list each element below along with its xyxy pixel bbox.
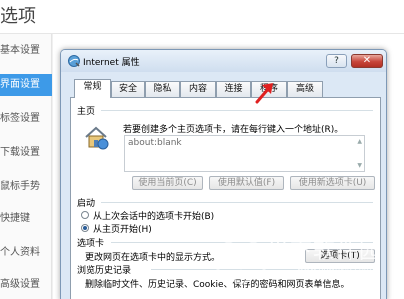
background-page-title: 选项 — [0, 6, 36, 27]
tab-content[interactable]: 内容 — [180, 81, 216, 97]
tab-general[interactable]: 常规 — [74, 79, 111, 98]
background-sidebar: 基本设置 界面设置 标签设置 下载设置 鼠标手势 快捷键 个人资料 高级设置 — [0, 34, 52, 299]
sidebar-item-mouse-gesture[interactable]: 鼠标手势 — [0, 176, 52, 198]
scroll-down-arrow-icon[interactable]: ▼ — [357, 162, 362, 169]
startup-homepage-radio[interactable] — [81, 224, 89, 232]
homepage-address-field[interactable]: about:blank ▲ ▼ — [124, 135, 365, 172]
tab-advanced[interactable]: 高级 — [287, 81, 323, 97]
homepage-group-divider — [101, 110, 373, 111]
tab-privacy[interactable]: 隐私 — [145, 81, 180, 97]
use-new-tab-button[interactable]: 使用新选项卡(U) — [290, 176, 375, 190]
sidebar-item-download[interactable]: 下载设置 — [0, 142, 52, 164]
sidebar-item-shortcut[interactable]: 快捷键 — [0, 208, 52, 230]
scroll-up-arrow-icon[interactable]: ▲ — [357, 138, 362, 145]
tab-connections[interactable]: 连接 — [216, 81, 251, 97]
watermark-logo-icon — [216, 234, 266, 286]
homepage-description: 若要创建多个主页选项卡，请在每行键入一个地址(R)。 — [123, 125, 344, 135]
dialog-title: Internet 属性 — [83, 58, 140, 68]
homepage-address-value: about:blank — [128, 138, 182, 148]
startup-last-session-label: 从上次会话中的选项卡开始(B) — [93, 212, 215, 222]
watermark-url: www.downxia.com — [297, 264, 372, 273]
tabs-group-label: 选项卡 — [77, 239, 105, 249]
tabs-description: 更改网页在选项卡中的显示方式。 — [85, 253, 221, 263]
home-icon — [85, 126, 109, 150]
sidebar-item-basic[interactable]: 基本设置 — [0, 40, 52, 62]
watermark-text: 当下软件园 — [267, 239, 383, 264]
use-default-button[interactable]: 使用默认值(F) — [209, 176, 284, 190]
sidebar-item-interface[interactable]: 界面设置 — [0, 74, 52, 96]
annotation-arrow-icon — [255, 83, 273, 104]
dialog-tab-bar: 常规 安全 隐私 内容 连接 程序 高级 — [74, 79, 379, 98]
history-group-label: 浏览历史记录 — [77, 266, 132, 276]
dialog-titlebar[interactable]: Internet 属性 ? ✕ — [61, 50, 386, 72]
startup-group-label: 启动 — [77, 199, 96, 209]
startup-last-session-radio[interactable] — [81, 211, 89, 219]
startup-group-divider — [101, 202, 373, 203]
tab-security[interactable]: 安全 — [111, 81, 145, 97]
homepage-group-label: 主页 — [77, 107, 96, 117]
startup-homepage-label: 从主页开始(H) — [93, 225, 152, 235]
sidebar-item-advanced[interactable]: 高级设置 — [0, 274, 52, 296]
sidebar-item-profile[interactable]: 个人资料 — [0, 242, 52, 264]
sidebar-item-tabs[interactable]: 标签设置 — [0, 108, 52, 130]
use-current-button[interactable]: 使用当前页(C) — [132, 176, 203, 190]
help-button[interactable]: ? — [326, 54, 347, 68]
background-header: 选项 — [0, 0, 404, 34]
internet-options-icon — [68, 55, 80, 67]
close-button[interactable]: ✕ — [351, 54, 383, 68]
